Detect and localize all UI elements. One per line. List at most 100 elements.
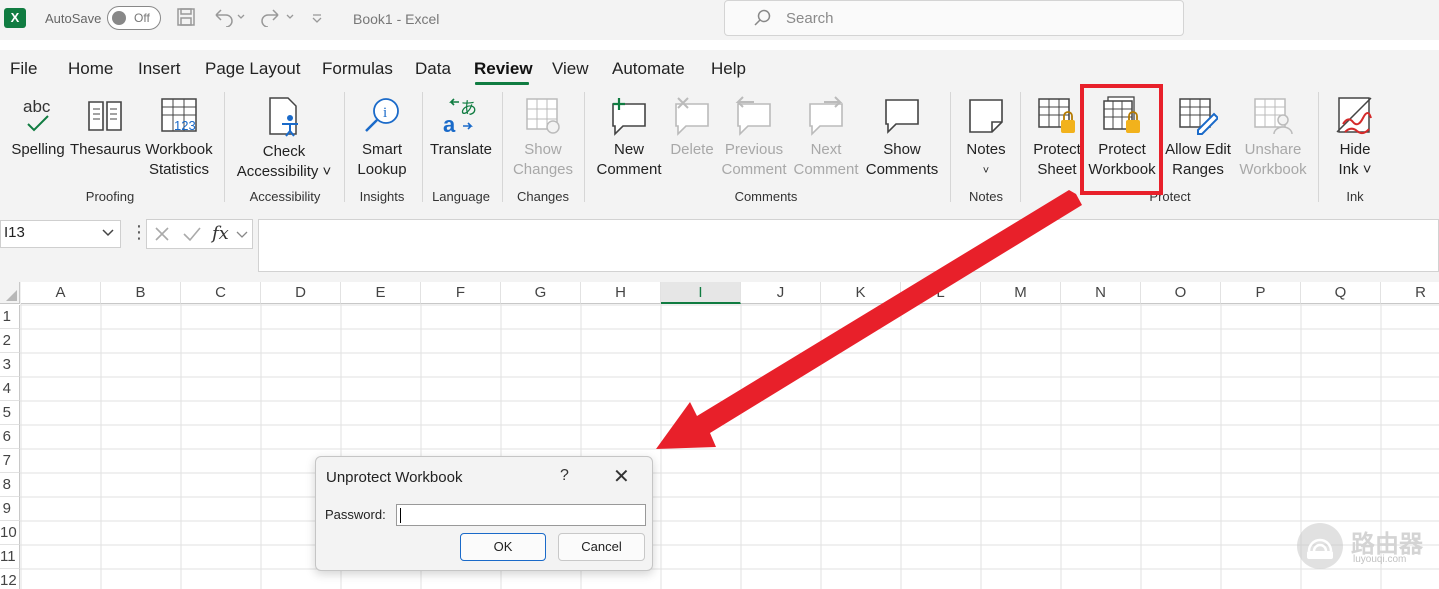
search-box[interactable]: Search bbox=[724, 0, 1184, 36]
show-changes-button[interactable]: Show Changes bbox=[508, 96, 578, 180]
next-comment-button[interactable]: Next Comment bbox=[790, 96, 862, 180]
column-header[interactable]: A bbox=[21, 282, 101, 304]
select-all-corner[interactable] bbox=[0, 282, 20, 304]
row-header[interactable]: 6 bbox=[0, 425, 20, 449]
menu-automate[interactable]: Automate bbox=[612, 59, 685, 79]
ok-button[interactable]: OK bbox=[460, 533, 546, 561]
column-header[interactable]: J bbox=[741, 282, 821, 304]
watermark: 路由器 luyouqi.com bbox=[1297, 520, 1432, 570]
password-input[interactable] bbox=[396, 504, 646, 526]
thesaurus-button[interactable]: Thesaurus bbox=[70, 96, 141, 160]
cancel-button[interactable]: Cancel bbox=[558, 533, 645, 561]
menu-home[interactable]: Home bbox=[68, 59, 113, 79]
worksheet-grid[interactable] bbox=[0, 282, 1439, 589]
notes-button[interactable]: Notes ˅ bbox=[958, 96, 1014, 181]
previous-comment-button[interactable]: Previous Comment bbox=[718, 96, 790, 180]
toggle-knob-icon bbox=[112, 11, 126, 25]
close-icon[interactable]: ✕ bbox=[613, 464, 630, 489]
menu-insert[interactable]: Insert bbox=[138, 59, 181, 79]
workbook-statistics-button[interactable]: 123 Workbook Statistics bbox=[142, 96, 216, 180]
column-header[interactable]: F bbox=[421, 282, 501, 304]
protect-sheet-button[interactable]: Protect Sheet bbox=[1028, 96, 1086, 180]
column-header[interactable]: C bbox=[181, 282, 261, 304]
column-header[interactable]: H bbox=[581, 282, 661, 304]
allow-edit-ranges-icon bbox=[1179, 98, 1218, 135]
row-header[interactable]: 3 bbox=[0, 353, 20, 377]
fx-dropdown-icon[interactable] bbox=[236, 229, 248, 241]
row-header[interactable]: 8 bbox=[0, 473, 20, 497]
column-header[interactable]: R bbox=[1381, 282, 1439, 304]
row-header[interactable]: 12 bbox=[0, 569, 20, 589]
grid-lines bbox=[20, 282, 1439, 589]
next-comment-icon bbox=[809, 96, 843, 136]
unshare-workbook-button[interactable]: Unshare Workbook bbox=[1236, 96, 1310, 180]
book-icon bbox=[88, 101, 122, 131]
column-header[interactable]: I bbox=[661, 282, 741, 304]
lookup-icon: i bbox=[365, 98, 399, 132]
spelling-icon: abc bbox=[23, 97, 51, 132]
row-header[interactable]: 5 bbox=[0, 401, 20, 425]
allow-edit-ranges-button[interactable]: Allow Edit Ranges bbox=[1160, 96, 1236, 180]
confirm-entry-icon[interactable] bbox=[182, 225, 202, 243]
unshare-workbook-icon bbox=[1254, 98, 1293, 135]
hide-ink-button[interactable]: Hide Ink ˅ bbox=[1326, 96, 1384, 180]
column-header[interactable]: L bbox=[901, 282, 981, 304]
column-header[interactable]: P bbox=[1221, 282, 1301, 304]
redo-icon[interactable] bbox=[258, 7, 298, 32]
undo-icon[interactable] bbox=[212, 7, 246, 32]
row-header[interactable]: 10 bbox=[0, 521, 20, 545]
row-header[interactable]: 4 bbox=[0, 377, 20, 401]
menu-page-layout[interactable]: Page Layout bbox=[205, 59, 300, 79]
show-comments-button[interactable]: Show Comments bbox=[862, 96, 942, 180]
menu-file[interactable]: File bbox=[10, 59, 37, 79]
menu-view[interactable]: View bbox=[552, 59, 589, 79]
autosave-label: AutoSave bbox=[45, 11, 102, 26]
name-box[interactable]: I13 bbox=[0, 220, 121, 248]
accessibility-icon bbox=[269, 97, 298, 137]
column-header[interactable]: B bbox=[101, 282, 181, 304]
column-header[interactable]: D bbox=[261, 282, 341, 304]
cancel-entry-icon[interactable] bbox=[153, 225, 171, 243]
show-comments-icon bbox=[885, 99, 919, 134]
row-header[interactable]: 11 bbox=[0, 545, 20, 569]
router-logo-icon bbox=[1297, 523, 1343, 569]
chevron-down-icon[interactable] bbox=[101, 225, 115, 242]
new-comment-button[interactable]: New Comment bbox=[592, 96, 666, 180]
help-icon[interactable]: ? bbox=[560, 467, 569, 485]
column-header[interactable]: M bbox=[981, 282, 1061, 304]
column-header[interactable]: E bbox=[341, 282, 421, 304]
column-header[interactable]: G bbox=[501, 282, 581, 304]
column-header[interactable]: Q bbox=[1301, 282, 1381, 304]
autosave-toggle[interactable]: Off bbox=[107, 6, 161, 30]
group-changes: Changes bbox=[516, 189, 570, 204]
row-header[interactable]: 9 bbox=[0, 497, 20, 521]
spelling-button[interactable]: abc Spelling bbox=[8, 96, 68, 160]
insert-function-icon[interactable]: fx bbox=[212, 223, 229, 244]
row-header[interactable]: 1 bbox=[0, 305, 20, 329]
watermark-subtext: luyouqi.com bbox=[1353, 554, 1407, 565]
highlight-box bbox=[1080, 84, 1163, 195]
column-header[interactable]: K bbox=[821, 282, 901, 304]
column-header[interactable]: O bbox=[1141, 282, 1221, 304]
title-bar: X AutoSave Off Book1 - Excel Search bbox=[0, 0, 1439, 40]
group-separator bbox=[422, 92, 423, 202]
delete-comment-button[interactable]: Delete bbox=[666, 96, 718, 160]
hide-ink-icon bbox=[1336, 97, 1372, 135]
menu-formulas[interactable]: Formulas bbox=[322, 59, 393, 79]
check-accessibility-button[interactable]: Check Accessibility ˅ bbox=[232, 96, 336, 182]
row-header[interactable]: 7 bbox=[0, 449, 20, 473]
formula-input[interactable] bbox=[258, 219, 1439, 272]
column-header[interactable]: N bbox=[1061, 282, 1141, 304]
customize-toolbar-icon[interactable] bbox=[310, 7, 324, 32]
row-header[interactable]: 2 bbox=[0, 329, 20, 353]
smart-lookup-button[interactable]: i Smart Lookup bbox=[350, 96, 414, 180]
menu-review[interactable]: Review bbox=[474, 59, 533, 79]
new-comment-icon bbox=[612, 98, 646, 136]
menu-data[interactable]: Data bbox=[415, 59, 451, 79]
svg-text:a: a bbox=[443, 112, 456, 136]
menu-help[interactable]: Help bbox=[711, 59, 746, 79]
translate-button[interactable]: a あ Translate bbox=[428, 96, 494, 160]
save-icon[interactable] bbox=[176, 7, 196, 32]
group-separator bbox=[1318, 92, 1319, 202]
note-icon bbox=[969, 99, 1003, 133]
